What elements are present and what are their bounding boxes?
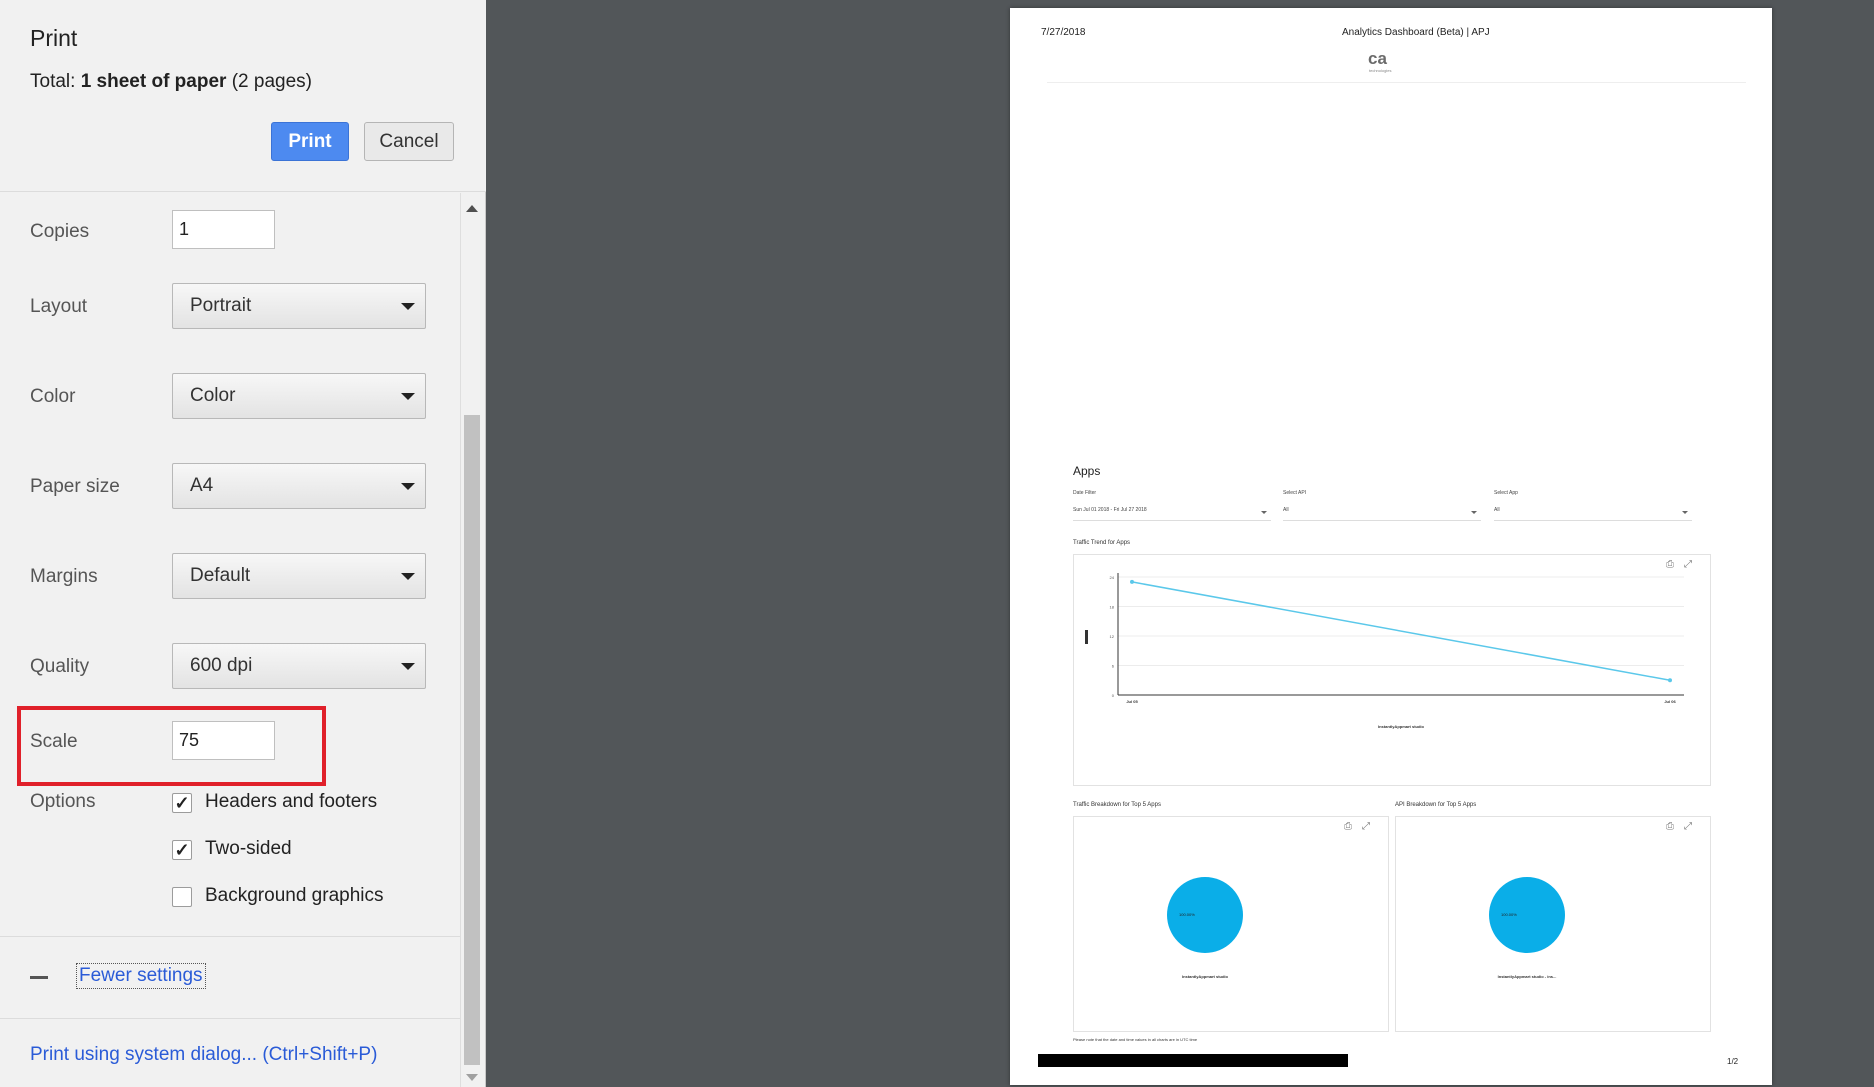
paper-size-value: A4 (190, 475, 214, 496)
chevron-down-icon (401, 573, 415, 580)
select-api-field: All (1283, 507, 1481, 521)
page-date: 7/27/2018 (1041, 27, 1086, 38)
cancel-button[interactable]: Cancel (364, 122, 454, 161)
settings-list: Copies Layout Portrait Color Color Paper… (0, 193, 460, 1087)
data-point (1668, 678, 1672, 683)
quality-label: Quality (30, 656, 90, 677)
settings-scrollbar[interactable] (460, 193, 482, 1087)
chevron-down-icon (401, 393, 415, 400)
traffic-trend-card: ⎙⤢ 0 6 12 18 24 Jul 05 Jul 06 InstantlyAppmart … (1073, 554, 1711, 786)
layout-value: Portrait (190, 295, 252, 316)
y-tick-label: 0 (1112, 693, 1115, 698)
select-api-label: Select API (1283, 490, 1307, 496)
print-settings-panel: Print Total: 1 sheet of paper (2 pages) … (0, 0, 486, 1087)
traffic-breakdown-card: ⎙⤢ 100.00% InstantlyAppmart studio (1073, 816, 1389, 1032)
two-sided-label[interactable]: Two-sided (205, 838, 292, 860)
chevron-down-icon (1682, 511, 1688, 514)
margins-value: Default (190, 565, 251, 586)
utc-footnote: Please note that the date and time value… (1073, 1037, 1198, 1042)
collapse-icon[interactable] (30, 976, 48, 979)
page-header-title: Analytics Dashboard (Beta) | APJ (1342, 27, 1490, 38)
headers-footers-checkbox[interactable]: ✓ (172, 793, 192, 813)
chevron-down-icon (1261, 511, 1267, 514)
copies-label: Copies (30, 221, 90, 242)
legend-label: InstantlyAppmart studio (1378, 724, 1425, 729)
chevron-down-icon (401, 663, 415, 670)
paper-size-label: Paper size (30, 476, 120, 497)
apps-section-title: Apps (1073, 464, 1101, 478)
date-filter-field: Sun Jul 01 2018 - Fri Jul 27 2018 (1073, 507, 1271, 521)
divider (0, 1018, 460, 1019)
traffic-trend-title: Traffic Trend for Apps (1073, 540, 1131, 546)
print-preview-page: 7/27/2018 Analytics Dashboard (Beta) | A… (1010, 8, 1772, 1085)
chevron-down-icon (401, 303, 415, 310)
api-breakdown-chart: 100.00% InstantlyAppmart studio - ins... (1489, 877, 1565, 979)
scale-highlight (17, 706, 326, 786)
background-graphics-checkbox[interactable] (172, 887, 192, 907)
data-point (1130, 579, 1134, 584)
slice-label: 100.00% (1501, 912, 1517, 917)
date-filter-value: Sun Jul 01 2018 - Fri Jul 27 2018 (1073, 507, 1147, 513)
margins-label: Margins (30, 566, 98, 587)
divider (0, 936, 460, 937)
scroll-down-icon[interactable] (466, 1074, 478, 1081)
summary-prefix: Total: (30, 71, 81, 92)
two-sided-checkbox[interactable]: ✓ (172, 840, 192, 860)
x-tick-label: Jul 06 (1664, 699, 1676, 704)
select-app-label: Select App (1494, 490, 1518, 496)
date-filter-label: Date Filter (1073, 490, 1097, 496)
print-button[interactable]: Print (271, 122, 349, 161)
page-number: 1/2 (1727, 1057, 1739, 1066)
print-header: Print Total: 1 sheet of paper (2 pages) … (0, 0, 486, 192)
fewer-settings-link[interactable]: Fewer settings (76, 963, 206, 989)
legend-label: InstantlyAppmart studio - ins... (1498, 974, 1557, 979)
traffic-breakdown-title: Traffic Breakdown for Top 5 Apps (1073, 802, 1161, 808)
paper-size-select[interactable]: A4 (172, 463, 426, 509)
copies-input[interactable] (172, 210, 275, 249)
x-tick-label: Jul 05 (1126, 699, 1138, 704)
summary-pages: (2 pages) (226, 71, 312, 92)
ca-logo-subtitle: technologies (1369, 68, 1392, 73)
color-select[interactable]: Color (172, 373, 426, 419)
chevron-down-icon (1471, 511, 1477, 514)
color-value: Color (190, 385, 236, 406)
slice-label: 100.00% (1179, 912, 1195, 917)
quality-select[interactable]: 600 dpi (172, 643, 426, 689)
y-axis-title-mark (1085, 630, 1088, 644)
summary-sheets: 1 sheet of paper (80, 71, 227, 92)
system-dialog-link[interactable]: Print using system dialog... (Ctrl+Shift… (30, 1044, 377, 1066)
select-app-value: All (1494, 507, 1500, 513)
y-tick-label: 12 (1110, 634, 1115, 639)
select-app-field: All (1494, 507, 1692, 521)
layout-label: Layout (30, 296, 88, 317)
margins-select[interactable]: Default (172, 553, 426, 599)
chevron-down-icon (401, 483, 415, 490)
scroll-up-icon[interactable] (466, 205, 478, 212)
redacted-url (1038, 1054, 1348, 1067)
api-breakdown-title: API Breakdown for Top 5 Apps (1395, 802, 1477, 808)
headers-footers-label[interactable]: Headers and footers (205, 791, 377, 813)
legend-label: InstantlyAppmart studio (1182, 974, 1229, 979)
color-label: Color (30, 386, 76, 407)
api-breakdown-card: ⎙⤢ 100.00% InstantlyAppmart studio - ins.… (1395, 816, 1711, 1032)
traffic-breakdown-chart: 100.00% InstantlyAppmart studio (1167, 877, 1243, 979)
background-graphics-label[interactable]: Background graphics (205, 885, 384, 907)
dialog-title: Print (30, 25, 78, 51)
quality-value: 600 dpi (190, 655, 253, 676)
y-tick-label: 24 (1110, 575, 1115, 580)
select-api-value: All (1283, 507, 1289, 513)
page-divider (1047, 82, 1746, 83)
options-label: Options (30, 791, 96, 812)
ca-logo: ca (1368, 49, 1387, 68)
layout-select[interactable]: Portrait (172, 283, 426, 329)
traffic-trend-chart: 0 6 12 18 24 Jul 05 Jul 06 InstantlyAppmart stu… (1085, 573, 1684, 729)
y-tick-label: 6 (1112, 664, 1115, 669)
print-summary: Total: 1 sheet of paper (2 pages) (30, 71, 312, 93)
y-tick-label: 18 (1110, 605, 1115, 610)
scrollbar-thumb[interactable] (464, 415, 480, 1065)
